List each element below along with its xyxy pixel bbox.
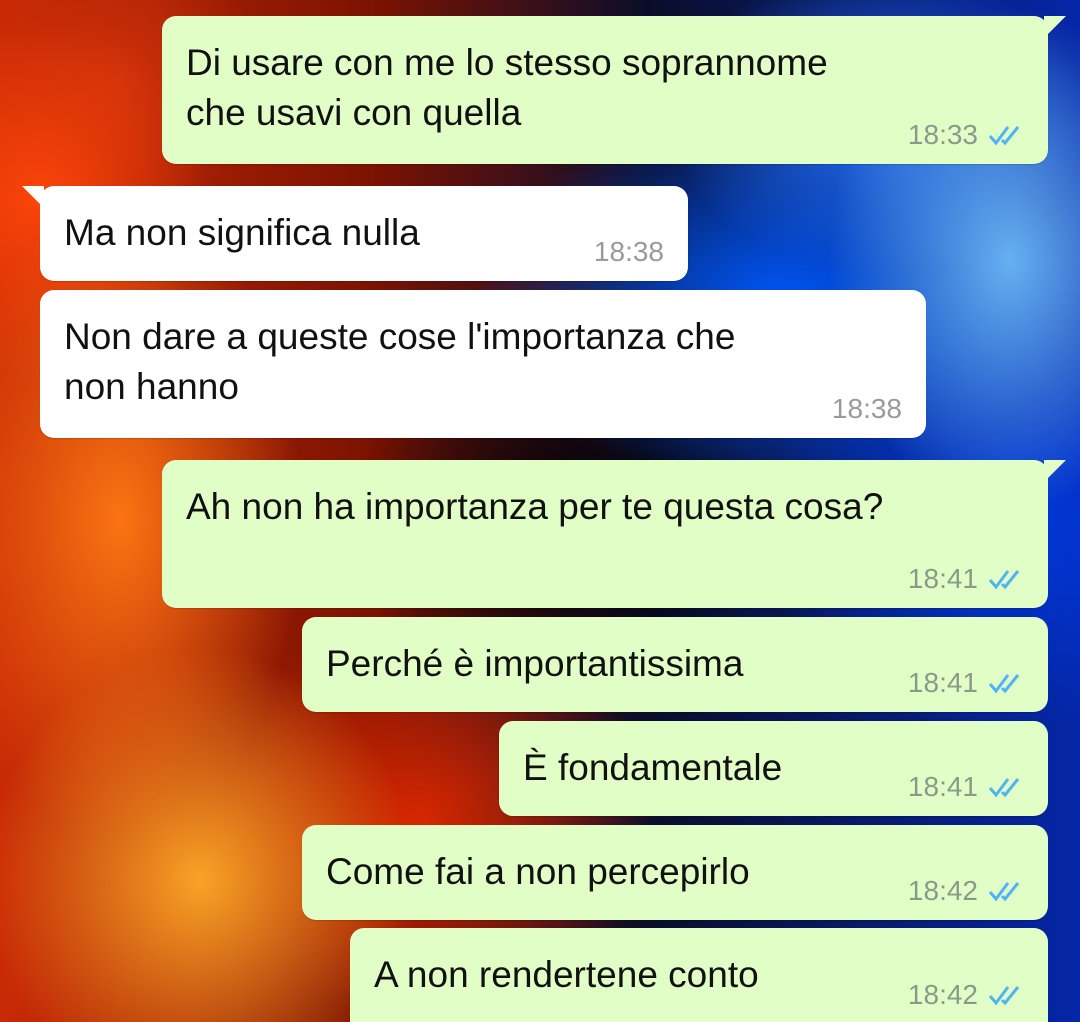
message-bubble-outgoing[interactable]: Ah non ha importanza per te questa cosa?… (162, 460, 1066, 608)
message-time: 18:42 (907, 875, 978, 906)
message-text: Ma non significa nulla (64, 212, 420, 253)
message-time: 18:33 (907, 119, 978, 150)
message-text: Non dare a queste cose l'importanza che … (64, 316, 736, 407)
message-bubble-outgoing[interactable]: Perché è importantissima 18:41 (302, 617, 1048, 712)
bubble-tail (1044, 16, 1066, 38)
message-text: Di usare con me lo stesso soprannome che… (186, 42, 828, 133)
message-time: 18:38 (831, 393, 902, 424)
message-meta: 18:38 (832, 394, 902, 424)
message-bubble-outgoing[interactable]: A non rendertene conto 18:42 (350, 928, 1048, 1022)
message-meta: 18:41 (908, 564, 1024, 594)
message-bubble-incoming[interactable]: Non dare a queste cose l'importanza che … (40, 290, 926, 438)
message-time: 18:41 (907, 667, 978, 698)
message-bubble-outgoing[interactable]: È fondamentale 18:41 (499, 721, 1048, 816)
message-meta: 18:38 (594, 237, 664, 267)
message-bubble-incoming[interactable]: Ma non significa nulla 18:38 (22, 186, 688, 281)
message-meta: 18:41 (908, 772, 1024, 802)
message-time: 18:38 (593, 236, 664, 267)
message-meta: 18:41 (908, 668, 1024, 698)
message-meta: 18:42 (908, 876, 1024, 906)
double-check-icon (988, 986, 1020, 1006)
bubble-tail (22, 186, 44, 208)
message-meta: 18:33 (908, 120, 1024, 150)
message-text: Ah non ha importanza per te questa cosa? (186, 486, 884, 527)
double-check-icon (988, 674, 1020, 694)
message-bubble-outgoing[interactable]: Di usare con me lo stesso soprannome che… (162, 16, 1066, 164)
double-check-icon (988, 882, 1020, 902)
message-time: 18:41 (907, 563, 978, 594)
double-check-icon (988, 778, 1020, 798)
double-check-icon (988, 570, 1020, 590)
message-time: 18:42 (907, 979, 978, 1010)
message-meta: 18:42 (908, 980, 1024, 1010)
bubble-tail (1044, 460, 1066, 482)
message-bubble-outgoing[interactable]: Come fai a non percepirlo 18:42 (302, 825, 1048, 920)
double-check-icon (988, 126, 1020, 146)
message-time: 18:41 (907, 771, 978, 802)
